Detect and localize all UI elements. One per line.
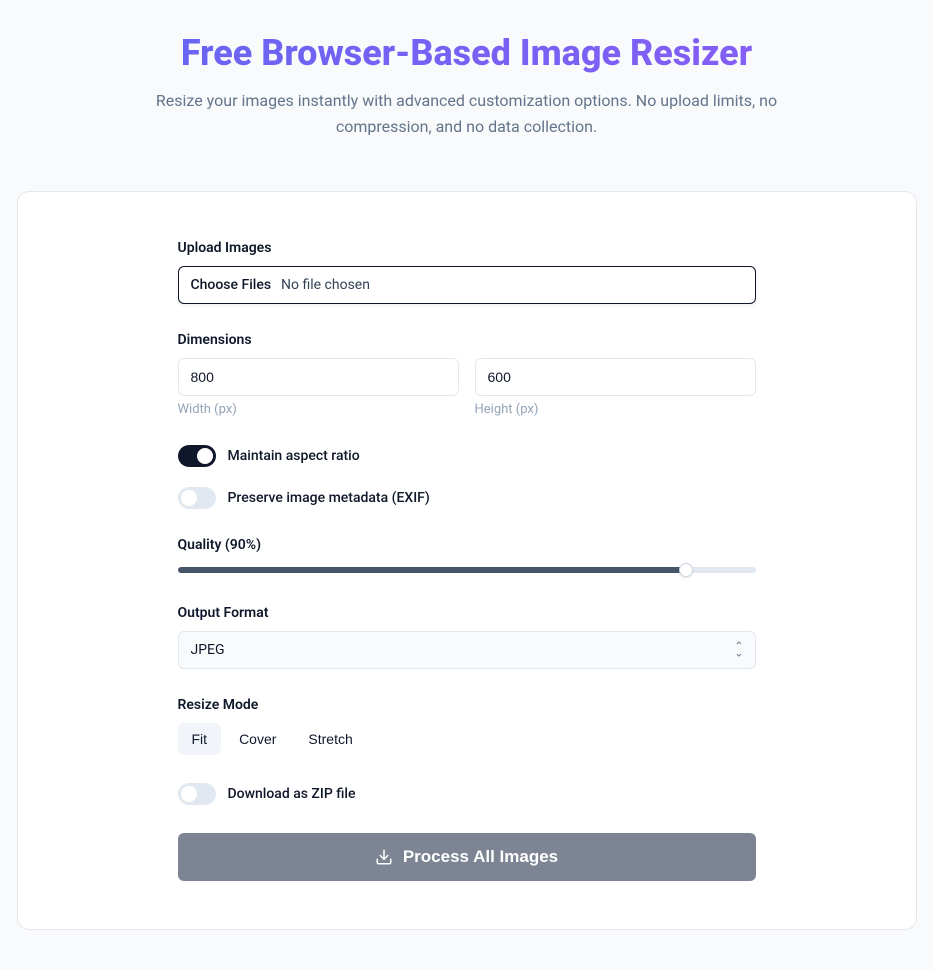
toggle-knob bbox=[197, 448, 213, 464]
page-title: Free Browser-Based Image Resizer bbox=[20, 32, 913, 74]
toggle-knob bbox=[181, 490, 197, 506]
upload-group: Upload Images Choose Files No file chose… bbox=[178, 240, 756, 304]
process-button-label: Process All Images bbox=[403, 847, 558, 867]
page-subtitle: Resize your images instantly with advanc… bbox=[147, 88, 787, 139]
quality-slider[interactable] bbox=[178, 563, 756, 577]
output-format-label: Output Format bbox=[178, 605, 756, 621]
preserve-exif-label: Preserve image metadata (EXIF) bbox=[228, 490, 430, 506]
resize-mode-cover[interactable]: Cover bbox=[225, 723, 290, 755]
aspect-ratio-toggle[interactable] bbox=[178, 445, 216, 467]
slider-track bbox=[178, 567, 756, 573]
aspect-ratio-label: Maintain aspect ratio bbox=[228, 448, 360, 464]
upload-label: Upload Images bbox=[178, 240, 756, 256]
resize-mode-options: Fit Cover Stretch bbox=[178, 723, 756, 755]
output-format-select[interactable]: JPEG bbox=[178, 631, 756, 669]
height-sublabel: Height (px) bbox=[475, 402, 756, 417]
toggle-knob bbox=[181, 786, 197, 802]
download-zip-label: Download as ZIP file bbox=[228, 786, 356, 802]
slider-thumb[interactable] bbox=[679, 563, 693, 577]
download-icon bbox=[375, 848, 393, 866]
height-input[interactable] bbox=[475, 358, 756, 396]
process-all-button[interactable]: Process All Images bbox=[178, 833, 756, 881]
aspect-ratio-toggle-row: Maintain aspect ratio bbox=[178, 445, 756, 467]
quality-group: Quality (90%) bbox=[178, 537, 756, 577]
width-input[interactable] bbox=[178, 358, 459, 396]
width-sublabel: Width (px) bbox=[178, 402, 459, 417]
preserve-exif-toggle-row: Preserve image metadata (EXIF) bbox=[178, 487, 756, 509]
resize-mode-fit[interactable]: Fit bbox=[178, 723, 222, 755]
resize-mode-stretch[interactable]: Stretch bbox=[294, 723, 366, 755]
download-zip-toggle-row: Download as ZIP file bbox=[178, 783, 756, 805]
file-placeholder: No file chosen bbox=[281, 277, 370, 293]
slider-fill bbox=[178, 567, 687, 573]
download-zip-toggle[interactable] bbox=[178, 783, 216, 805]
page-header: Free Browser-Based Image Resizer Resize … bbox=[0, 20, 933, 167]
dimensions-group: Dimensions Width (px) Height (px) bbox=[178, 332, 756, 417]
output-format-group: Output Format JPEG ⌃⌄ bbox=[178, 605, 756, 669]
quality-label: Quality (90%) bbox=[178, 537, 756, 553]
resize-mode-label: Resize Mode bbox=[178, 697, 756, 713]
resize-mode-group: Resize Mode Fit Cover Stretch bbox=[178, 697, 756, 755]
file-input[interactable]: Choose Files No file chosen bbox=[178, 266, 756, 304]
choose-files-button[interactable]: Choose Files bbox=[191, 277, 272, 293]
settings-card: Upload Images Choose Files No file chose… bbox=[17, 191, 917, 930]
dimensions-label: Dimensions bbox=[178, 332, 756, 348]
preserve-exif-toggle[interactable] bbox=[178, 487, 216, 509]
